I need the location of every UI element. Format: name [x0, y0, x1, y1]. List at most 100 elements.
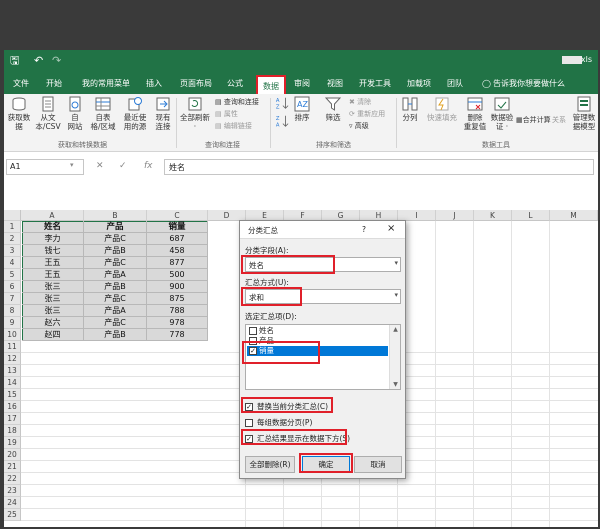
- save-icon[interactable]: 🖫: [10, 54, 19, 68]
- row-header[interactable]: 20: [4, 449, 21, 461]
- row-header[interactable]: 4: [4, 257, 21, 269]
- table-cell[interactable]: 687: [147, 233, 208, 245]
- tab-data[interactable]: 数据: [256, 75, 286, 94]
- checkbox-checked[interactable]: ✓: [245, 403, 253, 411]
- table-cell[interactable]: 产品C: [84, 233, 147, 245]
- from-web-button[interactable]: 自 网站: [64, 96, 86, 131]
- tell-me-search[interactable]: 告诉我你想要做什么: [493, 77, 565, 91]
- table-cell[interactable]: 王五: [22, 257, 84, 269]
- table-header-cell[interactable]: 销量: [147, 221, 208, 233]
- select-all-corner[interactable]: [4, 210, 21, 221]
- row-header[interactable]: 3: [4, 245, 21, 257]
- flash-fill-button[interactable]: 快速填充: [423, 96, 461, 122]
- tab-insert[interactable]: 插入: [146, 77, 162, 91]
- get-data-button[interactable]: 获取数 据: [6, 96, 32, 131]
- column-header-c[interactable]: C: [147, 210, 208, 221]
- remove-duplicates-button[interactable]: 删除 重复值: [462, 96, 488, 131]
- table-header-cell[interactable]: 产品: [84, 221, 147, 233]
- tab-file[interactable]: 文件: [13, 77, 29, 91]
- scroll-down-icon[interactable]: ▼: [391, 380, 400, 389]
- from-text-csv-button[interactable]: 从文 本/CSV: [34, 96, 62, 131]
- reapply-button[interactable]: ⟳ 重新应用: [349, 110, 385, 119]
- table-cell[interactable]: 产品A: [84, 305, 147, 317]
- ok-button[interactable]: 确定: [302, 456, 350, 473]
- table-cell[interactable]: 张三: [22, 281, 84, 293]
- table-cell[interactable]: 458: [147, 245, 208, 257]
- tab-my-menu[interactable]: 我的常用菜单: [82, 77, 130, 91]
- table-cell[interactable]: 978: [147, 317, 208, 329]
- table-cell[interactable]: 产品C: [84, 293, 147, 305]
- row-header[interactable]: 12: [4, 353, 21, 365]
- row-header[interactable]: 25: [4, 509, 21, 521]
- list-item[interactable]: 姓名: [247, 326, 388, 336]
- clear-filter-button[interactable]: ✖ 清除: [349, 98, 371, 107]
- undo-icon[interactable]: ↶: [34, 54, 43, 68]
- table-cell[interactable]: 产品A: [84, 269, 147, 281]
- scroll-up-icon[interactable]: ▲: [391, 325, 400, 334]
- help-icon[interactable]: ?: [362, 225, 366, 234]
- consolidate-button[interactable]: ▦合并计算: [516, 116, 551, 125]
- remove-all-button[interactable]: 全部删除(R): [245, 456, 295, 473]
- text-to-columns-button[interactable]: 分列: [399, 96, 421, 122]
- row-header[interactable]: 1: [4, 221, 21, 233]
- tell-me-icon[interactable]: ◯: [482, 77, 491, 91]
- row-header[interactable]: 17: [4, 413, 21, 425]
- chevron-down-icon[interactable]: ▾: [394, 259, 398, 267]
- advanced-filter-button[interactable]: ▿ 高级: [349, 122, 369, 131]
- properties-button[interactable]: ▤ 属性: [215, 110, 238, 119]
- table-cell[interactable]: 500: [147, 269, 208, 281]
- column-header-m[interactable]: M: [550, 210, 598, 221]
- sort-za-button[interactable]: ZA: [274, 114, 290, 129]
- queries-connections-button[interactable]: ▤ 查询和连接: [215, 98, 259, 107]
- column-header-j[interactable]: J: [436, 210, 474, 221]
- cancel-icon[interactable]: ✕: [96, 161, 104, 171]
- table-cell[interactable]: 产品B: [84, 281, 147, 293]
- row-header[interactable]: 18: [4, 425, 21, 437]
- row-header[interactable]: 7: [4, 293, 21, 305]
- table-cell[interactable]: 产品B: [84, 245, 147, 257]
- name-box-dropdown-icon[interactable]: ▾: [70, 161, 74, 169]
- tab-review[interactable]: 审阅: [294, 77, 310, 91]
- table-cell[interactable]: 李力: [22, 233, 84, 245]
- list-item[interactable]: 产品: [247, 336, 388, 346]
- field-select[interactable]: 姓名 ▾: [245, 257, 401, 272]
- row-header[interactable]: 10: [4, 329, 21, 341]
- row-header[interactable]: 9: [4, 317, 21, 329]
- from-table-button[interactable]: 自表 格/区域: [88, 96, 118, 131]
- table-cell[interactable]: 875: [147, 293, 208, 305]
- row-header[interactable]: 5: [4, 269, 21, 281]
- table-cell[interactable]: 877: [147, 257, 208, 269]
- table-cell[interactable]: 王五: [22, 269, 84, 281]
- row-header[interactable]: 22: [4, 473, 21, 485]
- summary-below-option[interactable]: ✓ 汇总结果显示在数据下方(S): [245, 434, 350, 444]
- table-cell[interactable]: 产品C: [84, 317, 147, 329]
- row-header[interactable]: 14: [4, 377, 21, 389]
- sort-az-button[interactable]: AZ: [274, 96, 290, 111]
- row-header[interactable]: 24: [4, 497, 21, 509]
- checkbox[interactable]: [249, 337, 257, 345]
- column-header-b[interactable]: B: [84, 210, 147, 221]
- relationships-button[interactable]: 关系: [552, 116, 566, 125]
- table-cell[interactable]: 产品C: [84, 257, 147, 269]
- row-header[interactable]: 16: [4, 401, 21, 413]
- table-header-cell[interactable]: 姓名: [22, 221, 84, 233]
- table-cell[interactable]: 赵六: [22, 317, 84, 329]
- column-header-l[interactable]: L: [512, 210, 550, 221]
- table-cell[interactable]: 张三: [22, 305, 84, 317]
- column-header-a[interactable]: A: [21, 210, 84, 221]
- row-header[interactable]: 6: [4, 281, 21, 293]
- row-header[interactable]: 15: [4, 389, 21, 401]
- checkbox[interactable]: [249, 327, 257, 335]
- table-cell[interactable]: 张三: [22, 293, 84, 305]
- close-icon[interactable]: ×: [387, 223, 395, 234]
- edit-links-button[interactable]: ▤ 编辑链接: [215, 122, 252, 131]
- table-cell[interactable]: 产品B: [84, 329, 147, 341]
- tab-team[interactable]: 团队: [447, 77, 463, 91]
- summary-items-list[interactable]: 姓名 产品 ✓ 销量 ▲ ▼: [245, 324, 401, 390]
- data-validation-button[interactable]: 数据验 证 ·: [490, 96, 514, 131]
- column-header-k[interactable]: K: [474, 210, 512, 221]
- table-cell[interactable]: 778: [147, 329, 208, 341]
- chevron-down-icon[interactable]: ▾: [394, 291, 398, 299]
- cancel-button[interactable]: 取消: [354, 456, 402, 473]
- row-header[interactable]: 21: [4, 461, 21, 473]
